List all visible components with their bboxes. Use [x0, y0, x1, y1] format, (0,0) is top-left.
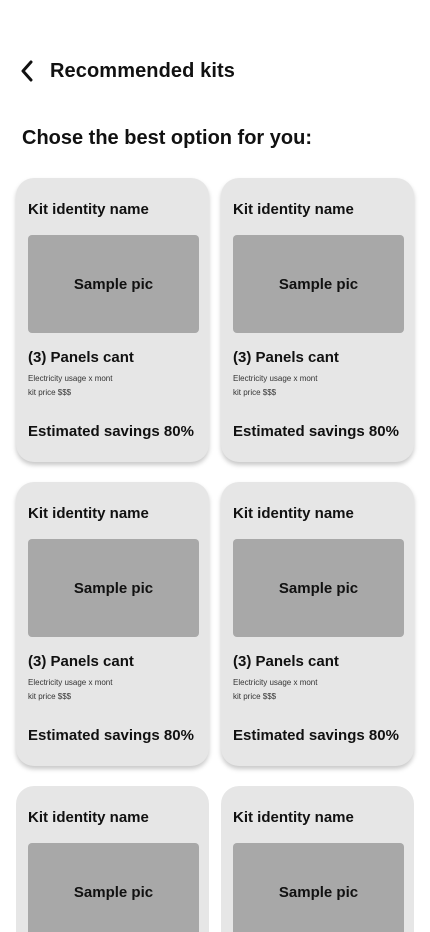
kit-estimated-savings: Estimated savings 80% [233, 423, 399, 440]
kit-electricity-usage: Electricity usage x mont [233, 374, 318, 383]
kit-card[interactable]: Kit identity name Sample pic [16, 786, 209, 932]
app-header: Recommended kits [0, 56, 430, 90]
kit-card[interactable]: Kit identity name Sample pic [221, 786, 414, 932]
kit-card[interactable]: Kit identity name Sample pic (3) Panels … [16, 482, 209, 766]
kit-image-placeholder: Sample pic [233, 539, 404, 637]
kit-image-placeholder: Sample pic [233, 235, 404, 333]
kit-electricity-usage: Electricity usage x mont [28, 374, 113, 383]
kit-name: Kit identity name [233, 505, 354, 522]
section-heading: Chose the best option for you: [22, 127, 312, 149]
kit-name: Kit identity name [28, 505, 149, 522]
page-title: Recommended kits [50, 60, 235, 82]
chevron-left-icon [21, 60, 33, 82]
kit-panels-count: (3) Panels cant [233, 653, 339, 670]
kit-price: kit price $$$ [28, 388, 72, 397]
kit-name: Kit identity name [28, 201, 149, 218]
kit-price: kit price $$$ [233, 388, 277, 397]
kit-estimated-savings: Estimated savings 80% [28, 423, 194, 440]
kit-price: kit price $$$ [28, 692, 72, 701]
back-button[interactable] [14, 58, 40, 84]
kit-image-placeholder: Sample pic [28, 539, 199, 637]
kit-image-placeholder: Sample pic [28, 235, 199, 333]
kit-card[interactable]: Kit identity name Sample pic (3) Panels … [221, 482, 414, 766]
kit-card[interactable]: Kit identity name Sample pic (3) Panels … [16, 178, 209, 462]
kit-price: kit price $$$ [233, 692, 277, 701]
kit-estimated-savings: Estimated savings 80% [28, 727, 194, 744]
kit-name: Kit identity name [233, 809, 354, 826]
kit-name: Kit identity name [233, 201, 354, 218]
kit-panels-count: (3) Panels cant [28, 349, 134, 366]
kit-image-placeholder: Sample pic [233, 843, 404, 932]
kit-electricity-usage: Electricity usage x mont [28, 678, 113, 687]
kit-image-placeholder: Sample pic [28, 843, 199, 932]
kit-name: Kit identity name [28, 809, 149, 826]
kit-estimated-savings: Estimated savings 80% [233, 727, 399, 744]
kit-panels-count: (3) Panels cant [233, 349, 339, 366]
kit-card[interactable]: Kit identity name Sample pic (3) Panels … [221, 178, 414, 462]
kit-panels-count: (3) Panels cant [28, 653, 134, 670]
kit-electricity-usage: Electricity usage x mont [233, 678, 318, 687]
